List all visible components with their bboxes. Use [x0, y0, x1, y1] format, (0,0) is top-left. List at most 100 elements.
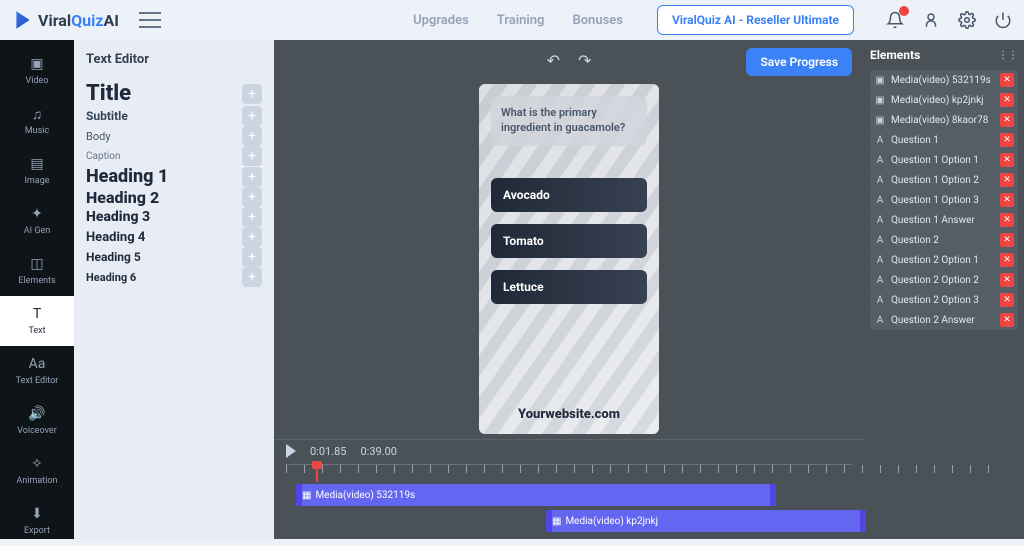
- add-body-button[interactable]: +: [242, 126, 262, 146]
- user-icon[interactable]: [922, 11, 940, 29]
- text-icon: T: [29, 306, 45, 322]
- total-time: 0:39.00: [360, 445, 396, 458]
- element-row-8[interactable]: AQuestion 2✕: [870, 230, 1018, 250]
- playhead[interactable]: [316, 465, 318, 482]
- export-icon: ⬇: [29, 506, 45, 522]
- gear-icon[interactable]: [958, 11, 976, 29]
- logo-ai: AI: [103, 11, 118, 30]
- delete-element-button[interactable]: ✕: [1000, 193, 1014, 207]
- add-h2-button[interactable]: +: [242, 187, 262, 207]
- add-h1-button[interactable]: +: [242, 167, 262, 187]
- element-row-3[interactable]: AQuestion 1✕: [870, 130, 1018, 150]
- element-row-10[interactable]: AQuestion 2 Option 2✕: [870, 270, 1018, 290]
- add-title-button[interactable]: +: [242, 84, 262, 104]
- rail-image[interactable]: ▤Image: [0, 146, 74, 196]
- delete-element-button[interactable]: ✕: [1000, 73, 1014, 87]
- delete-element-button[interactable]: ✕: [1000, 113, 1014, 127]
- save-progress-button[interactable]: Save Progress: [746, 48, 852, 76]
- rail-animation[interactable]: ✧Animation: [0, 446, 74, 496]
- add-caption-button[interactable]: +: [242, 146, 262, 166]
- power-icon[interactable]: [994, 11, 1012, 29]
- text-style-caption[interactable]: Caption +: [86, 146, 262, 166]
- clip-2[interactable]: ▦ Media(video) kp2jnkj: [546, 510, 866, 532]
- delete-element-button[interactable]: ✕: [1000, 253, 1014, 267]
- rail-text-editor[interactable]: AaText Editor: [0, 346, 74, 396]
- text-style-h1[interactable]: Heading 1+: [86, 166, 262, 187]
- stage[interactable]: What is the primary ingredient in guacam…: [274, 80, 864, 439]
- clip-1[interactable]: ▦ Media(video) 532119s: [296, 484, 776, 506]
- rail-music[interactable]: ♫Music: [0, 96, 74, 146]
- element-label: Question 1 Option 1: [891, 155, 995, 166]
- delete-element-button[interactable]: ✕: [1000, 173, 1014, 187]
- menu-toggle-icon[interactable]: [139, 12, 161, 28]
- element-row-6[interactable]: AQuestion 1 Option 3✕: [870, 190, 1018, 210]
- add-h4-button[interactable]: +: [242, 227, 262, 247]
- rail-ai-gen[interactable]: ✦AI Gen: [0, 196, 74, 246]
- undo-icon[interactable]: ↶: [547, 51, 560, 70]
- rail-label: AI Gen: [24, 226, 50, 236]
- rail-elements[interactable]: ◫Elements: [0, 246, 74, 296]
- delete-element-button[interactable]: ✕: [1000, 233, 1014, 247]
- element-row-7[interactable]: AQuestion 1 Answer✕: [870, 210, 1018, 230]
- rail-label: Text Editor: [16, 376, 59, 386]
- nav-bonuses[interactable]: Bonuses: [572, 13, 623, 28]
- text-style-title[interactable]: Title+: [86, 81, 262, 106]
- rail-text[interactable]: T Text: [0, 296, 74, 346]
- text-style-h3[interactable]: Heading 3+: [86, 207, 262, 227]
- nav-upgrades[interactable]: Upgrades: [413, 13, 469, 28]
- reseller-button[interactable]: ViralQuiz AI - Reseller Ultimate: [657, 5, 854, 35]
- text-style-h6[interactable]: Heading 6+: [86, 267, 262, 287]
- element-row-0[interactable]: ▣Media(video) 532119s✕: [870, 70, 1018, 90]
- text-style-body[interactable]: Body +: [86, 126, 262, 146]
- text-style-label: Caption: [86, 151, 121, 162]
- redo-icon[interactable]: ↷: [578, 51, 591, 70]
- bell-icon[interactable]: [886, 11, 904, 29]
- top-icons: [886, 11, 1012, 29]
- rail-voiceover[interactable]: 🔊Voiceover: [0, 396, 74, 446]
- delete-element-button[interactable]: ✕: [1000, 293, 1014, 307]
- elements-icon: ◫: [29, 256, 45, 272]
- drag-handle-icon[interactable]: ⋮⋮: [998, 50, 1018, 61]
- rail-label: Text: [28, 326, 45, 336]
- website-text[interactable]: Yourwebsite.com: [491, 407, 647, 422]
- text-style-label: Body: [86, 130, 111, 143]
- topbar: ViralQuizAI Upgrades Training Bonuses Vi…: [0, 0, 1024, 40]
- music-icon: ♫: [29, 106, 45, 122]
- option-1[interactable]: Avocado: [491, 178, 647, 212]
- option-2[interactable]: Tomato: [491, 224, 647, 258]
- add-h5-button[interactable]: +: [242, 247, 262, 267]
- element-row-5[interactable]: AQuestion 1 Option 2✕: [870, 170, 1018, 190]
- side-rail: ▣Video♫Music▤Image✦AI Gen◫Elements T Text A…: [0, 40, 74, 539]
- delete-element-button[interactable]: ✕: [1000, 153, 1014, 167]
- add-h3-button[interactable]: +: [242, 207, 262, 227]
- text-style-subtitle[interactable]: Subtitle+: [86, 106, 262, 126]
- timeline-ruler[interactable]: [286, 464, 852, 482]
- play-button-icon[interactable]: [286, 444, 296, 458]
- text-style-h2[interactable]: Heading 2+: [86, 187, 262, 207]
- text-icon: A: [874, 274, 886, 286]
- delete-element-button[interactable]: ✕: [1000, 133, 1014, 147]
- element-row-2[interactable]: ▣Media(video) 8kaor78✕: [870, 110, 1018, 130]
- delete-element-button[interactable]: ✕: [1000, 93, 1014, 107]
- rail-video[interactable]: ▣Video: [0, 46, 74, 96]
- text-style-h5[interactable]: Heading 5+: [86, 247, 262, 267]
- element-row-12[interactable]: AQuestion 2 Answer✕: [870, 310, 1018, 330]
- question-text[interactable]: What is the primary ingredient in guacam…: [491, 96, 647, 146]
- nav-training[interactable]: Training: [497, 13, 545, 28]
- timeline: 0:01.85 0:39.00 ▦ Media(video) 532119s ▦…: [274, 439, 864, 539]
- panel-title: Text Editor: [86, 52, 262, 67]
- logo-quiz: Quiz: [71, 11, 103, 30]
- element-row-11[interactable]: AQuestion 2 Option 3✕: [870, 290, 1018, 310]
- element-row-9[interactable]: AQuestion 2 Option 1✕: [870, 250, 1018, 270]
- canvas-toolbar: ↶ ↷ Save Progress: [274, 40, 864, 80]
- delete-element-button[interactable]: ✕: [1000, 213, 1014, 227]
- logo[interactable]: ViralQuizAI: [12, 9, 119, 31]
- text-style-h4[interactable]: Heading 4+: [86, 227, 262, 247]
- delete-element-button[interactable]: ✕: [1000, 313, 1014, 327]
- element-row-4[interactable]: AQuestion 1 Option 1✕: [870, 150, 1018, 170]
- add-subtitle-button[interactable]: +: [242, 106, 262, 126]
- add-h6-button[interactable]: +: [242, 267, 262, 287]
- option-3[interactable]: Lettuce: [491, 270, 647, 304]
- element-row-1[interactable]: ▣Media(video) kp2jnkj✕: [870, 90, 1018, 110]
- delete-element-button[interactable]: ✕: [1000, 273, 1014, 287]
